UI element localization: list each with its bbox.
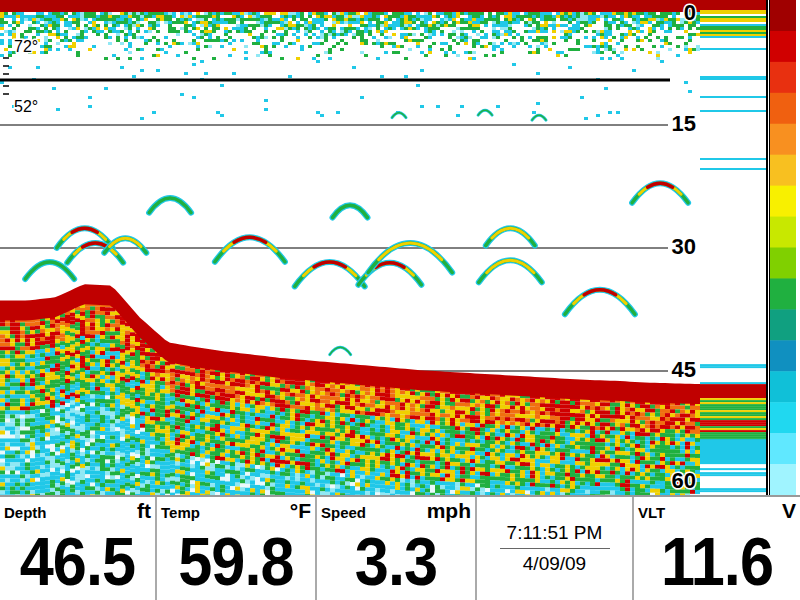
clock-readout: 7:11:51 PM 4/09/09 xyxy=(477,497,634,600)
fish-arch xyxy=(478,110,492,115)
fish-arch xyxy=(67,243,123,263)
depth-label: 15 xyxy=(672,111,696,136)
depth-label: 45 xyxy=(672,357,696,382)
sonar-chart: 72° 52° 0 15 30 45 60 xyxy=(0,0,700,495)
fish-arch xyxy=(149,198,191,213)
depth-label: 30 xyxy=(672,234,696,259)
readout-unit: V xyxy=(782,499,796,523)
fish-finder-screen: 72°52°015304560Depthft46.5Temp°F59.8Spee… xyxy=(0,0,800,600)
fish-arch xyxy=(486,228,535,245)
temp-graph: 72° 52° xyxy=(0,38,670,115)
fish-arch xyxy=(330,347,351,354)
fish-arch xyxy=(632,183,688,203)
fish-arch xyxy=(104,238,146,253)
clock-time: 7:11:51 PM xyxy=(507,522,603,544)
readout-unit: mph xyxy=(427,499,471,523)
readout-unit: ft xyxy=(137,499,151,523)
readout: Speed mph3.3 xyxy=(317,497,477,600)
fish-arch xyxy=(295,262,365,287)
fish-arch xyxy=(57,228,113,248)
temp-label: 72° xyxy=(14,38,38,55)
readout-label: Speed xyxy=(321,504,366,521)
depth-grid xyxy=(0,125,668,371)
fish-arch xyxy=(479,260,542,282)
readout-label: Temp xyxy=(161,504,200,521)
readout-value: 3.3 xyxy=(329,523,464,599)
temp-label: 52° xyxy=(14,98,38,115)
fish-arch xyxy=(565,290,635,315)
readout: Depth ft46.5 xyxy=(0,497,157,600)
readout-label: Depth xyxy=(4,504,47,521)
readout-value: 11.6 xyxy=(646,523,788,599)
readout-unit: °F xyxy=(290,499,311,523)
fish-arch xyxy=(532,115,546,120)
readout: Temp °F59.8 xyxy=(157,497,317,600)
color-scale xyxy=(769,0,796,495)
depth-label: 0 xyxy=(684,0,696,25)
readout-value: 59.8 xyxy=(169,523,304,599)
readout-value: 46.5 xyxy=(11,523,143,599)
color-legend xyxy=(768,0,800,495)
sonar-display: 72° 52° 0 15 30 45 60 xyxy=(0,0,800,495)
fish-arch xyxy=(333,205,368,217)
clock-rule xyxy=(500,548,610,549)
depth-label: 60 xyxy=(672,468,696,493)
readout-bar: Depthft46.5Temp°F59.8Speedmph3.37:11:51 … xyxy=(0,495,800,600)
flasher-strip xyxy=(700,0,766,495)
fish-arch xyxy=(215,237,285,262)
clock-date: 4/09/09 xyxy=(523,553,586,575)
bottom xyxy=(0,284,700,495)
fish-arch xyxy=(25,262,74,279)
surface-clutter xyxy=(0,0,700,120)
bottom-line xyxy=(0,284,700,404)
readout: VLT V11.6 xyxy=(634,497,800,600)
readout-label: VLT xyxy=(638,504,665,521)
fish-arch xyxy=(392,113,406,118)
temp-line xyxy=(0,79,670,82)
fish-arch xyxy=(368,243,452,272)
